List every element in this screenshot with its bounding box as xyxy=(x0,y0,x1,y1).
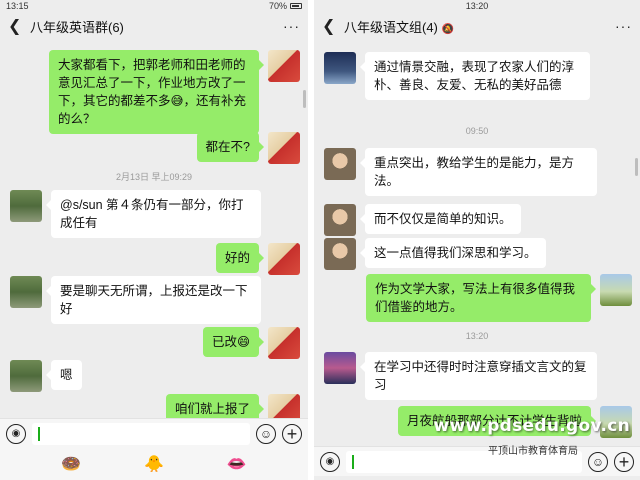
battery-text: 70% xyxy=(268,1,287,11)
mute-icon: 🔕 xyxy=(441,23,455,35)
message-bubble[interactable]: 都在不? xyxy=(196,132,265,162)
avatar[interactable] xyxy=(324,238,356,270)
more-icon[interactable]: ··· xyxy=(283,18,300,34)
avatar[interactable] xyxy=(268,394,300,418)
avatar[interactable] xyxy=(268,243,300,275)
message-row: @s/sun 第４条仍有一部分，你打成任有 xyxy=(10,190,261,238)
chat-header: ❮ 八年级语文组(4) 🔕 ··· xyxy=(314,12,640,40)
status-time: 13:20 xyxy=(465,1,489,11)
message-row: 嗯 xyxy=(10,360,82,392)
message-row: 大家都看下，把郭老师和田老师的意见汇总了一下，作业地方改了一下，其它的都差不多😅… xyxy=(49,50,300,134)
message-bubble[interactable]: 大家都看下，把郭老师和田老师的意见汇总了一下，作业地方改了一下，其它的都差不多😅… xyxy=(49,50,264,134)
message-bubble[interactable]: 在学习中还得时时注意穿插文言文的复习 xyxy=(360,352,597,400)
message-row: 作为文学大家，写法上有很多值得我们借鉴的地方。 xyxy=(366,274,632,322)
plus-icon[interactable]: + xyxy=(282,423,302,444)
chat-header: ❮ 八年级英语群(6) ··· xyxy=(0,12,308,40)
avatar[interactable] xyxy=(324,352,356,384)
message-bubble[interactable]: 这一点值得我们深思和学习。 xyxy=(360,238,546,268)
message-row: 在学习中还得时时注意穿插文言文的复习 xyxy=(324,352,597,400)
avatar[interactable] xyxy=(268,327,300,359)
message-row: 这一点值得我们深思和学习。 xyxy=(324,238,546,270)
watermark-url: www.pdsedu.gov.cn xyxy=(433,416,630,436)
message-bubble[interactable]: 嗯 xyxy=(46,360,82,390)
message-row: 已改😄 xyxy=(202,327,300,359)
emoji-icon[interactable]: ☺ xyxy=(588,451,608,472)
donut-sticker-icon[interactable]: 🍩 xyxy=(61,454,81,474)
avatar[interactable] xyxy=(324,204,356,236)
message-list[interactable]: 大家都看下，把郭老师和田老师的意见汇总了一下，作业地方改了一下，其它的都差不多😅… xyxy=(0,40,308,418)
message-row: 重点突出，教给学生的是能力，是方法。 xyxy=(324,148,597,196)
more-icon[interactable]: ··· xyxy=(615,18,632,34)
message-row: 要是聊天无所谓，上报还是改一下好 xyxy=(10,276,261,324)
watermark-org: 平顶山市教育体育局 xyxy=(488,446,578,457)
message-bubble[interactable]: 咱们就上报了 xyxy=(165,394,265,418)
message-bubble[interactable]: 要是聊天无所谓，上报还是改一下好 xyxy=(46,276,261,324)
message-row: 通过情景交融，表现了农家人们的淳朴、善良、友爱、无私的美好品德 xyxy=(324,52,590,100)
chat-title: 八年级语文组(4) 🔕 xyxy=(344,19,455,35)
message-bubble[interactable]: 已改😄 xyxy=(202,327,265,357)
message-row: 咱们就上报了 xyxy=(165,394,300,418)
voice-icon[interactable]: ◉ xyxy=(320,451,340,472)
message-row: 而不仅仅是简单的知识。 xyxy=(324,204,521,236)
status-bar: 13:15 70% xyxy=(0,0,308,12)
status-bar: 13:20 xyxy=(314,0,640,12)
avatar[interactable] xyxy=(324,52,356,84)
sticker-tray: 🍩 🐥 👄 xyxy=(0,448,308,480)
timestamp: 13:20 xyxy=(465,331,489,341)
message-row: 都在不? xyxy=(196,132,300,164)
message-row: 好的 xyxy=(215,243,300,275)
message-bubble[interactable]: 好的 xyxy=(215,243,265,273)
message-list[interactable]: 通过情景交融，表现了农家人们的淳朴、善良、友爱、无私的美好品德 09:50 重点… xyxy=(314,40,640,448)
message-bubble[interactable]: 作为文学大家，写法上有很多值得我们借鉴的地方。 xyxy=(366,274,596,322)
lips-sticker-icon[interactable]: 👄 xyxy=(227,454,247,474)
voice-icon[interactable]: ◉ xyxy=(6,423,26,444)
avatar[interactable] xyxy=(324,148,356,180)
message-input[interactable] xyxy=(32,422,250,445)
chat-title: 八年级英语群(6) xyxy=(30,19,124,35)
timestamp: 09:50 xyxy=(465,126,489,136)
avatar[interactable] xyxy=(268,50,300,82)
avatar[interactable] xyxy=(268,132,300,164)
scrollbar[interactable] xyxy=(303,90,306,108)
input-bar: ◉ ☺ + xyxy=(0,418,308,448)
avatar[interactable] xyxy=(600,274,632,306)
battery-icon xyxy=(290,3,302,9)
back-arrow-icon[interactable]: ❮ xyxy=(322,16,344,36)
timestamp: 2月13日 早上09:29 xyxy=(115,172,193,182)
message-bubble[interactable]: 通过情景交融，表现了农家人们的淳朴、善良、友爱、无私的美好品德 xyxy=(360,52,590,100)
right-phone-screen: 13:20 ❮ 八年级语文组(4) 🔕 ··· 通过情景交融，表现了农家人们的淳朴… xyxy=(314,0,640,480)
status-time: 13:15 xyxy=(6,1,29,11)
emoji-icon[interactable]: ☺ xyxy=(256,423,276,444)
message-bubble[interactable]: 而不仅仅是简单的知识。 xyxy=(360,204,521,234)
scrollbar[interactable] xyxy=(635,158,638,176)
chick-sticker-icon[interactable]: 🐥 xyxy=(144,454,164,474)
avatar[interactable] xyxy=(10,190,42,222)
message-bubble[interactable]: 重点突出，教给学生的是能力，是方法。 xyxy=(360,148,597,196)
avatar[interactable] xyxy=(10,276,42,308)
plus-icon[interactable]: + xyxy=(614,451,634,472)
avatar[interactable] xyxy=(10,360,42,392)
left-phone-screen: 13:15 70% ❮ 八年级英语群(6) ··· 大家都看下，把郭老师和田老师… xyxy=(0,0,308,480)
input-bar: ◉ ☺ + xyxy=(314,446,640,476)
back-arrow-icon[interactable]: ❮ xyxy=(8,16,30,36)
message-bubble[interactable]: @s/sun 第４条仍有一部分，你打成任有 xyxy=(46,190,261,238)
